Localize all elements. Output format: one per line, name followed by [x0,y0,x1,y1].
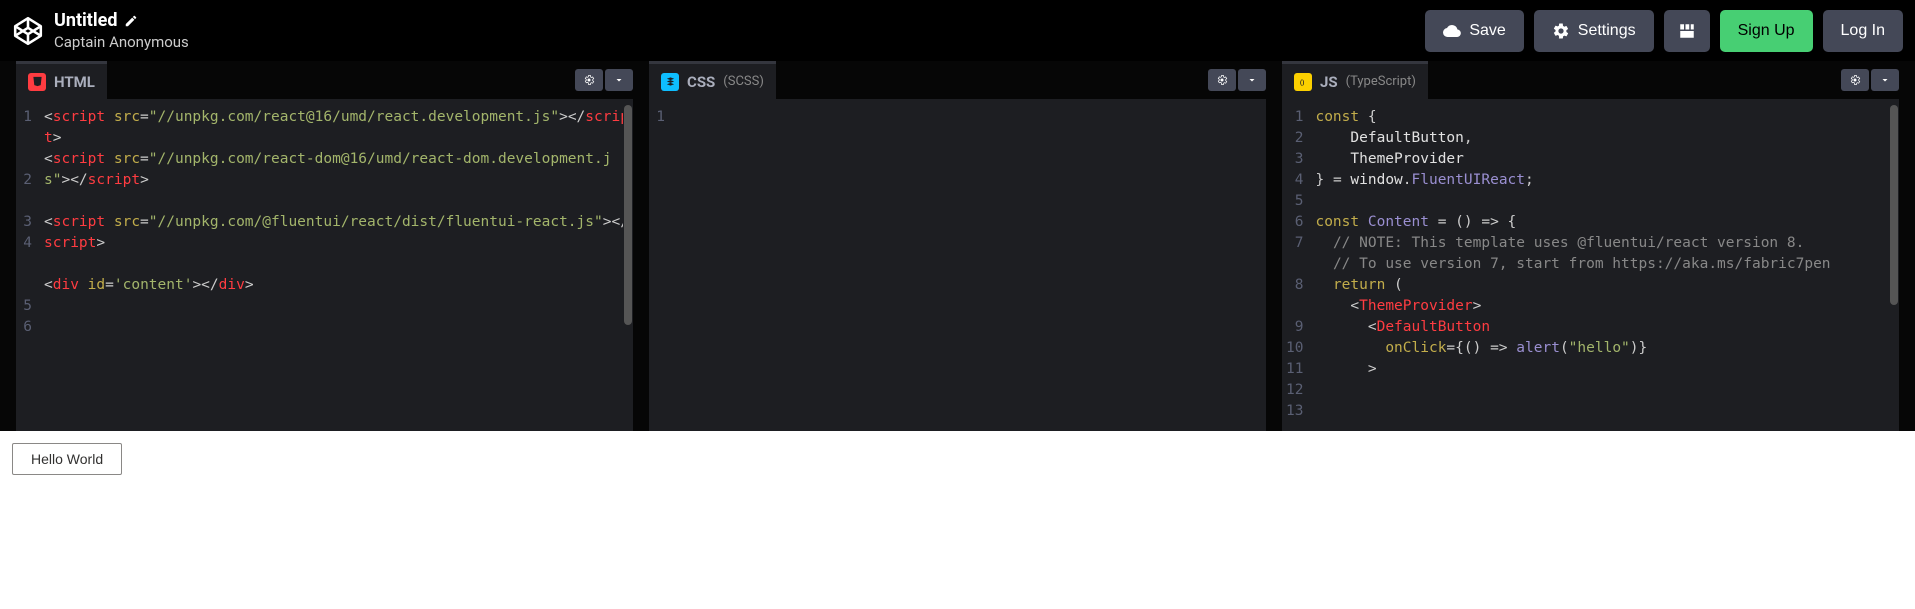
line-number: 11 [1286,359,1303,380]
html-panel-tab[interactable]: HTML [16,61,107,99]
layout-button[interactable] [1664,10,1710,52]
gear-icon [1552,22,1570,40]
html-editor[interactable]: 1 2 3 4 5 6 <script src="//unpkg.com/rea… [16,99,633,431]
js-editor[interactable]: 1 2 3 4 5 6 7 8 9 10 11 12 13 const { De… [1282,99,1899,431]
login-label: Log In [1841,22,1885,40]
chevron-down-icon [1246,74,1258,86]
js-panel: () JS (TypeScript) 1 2 3 4 5 6 7 8 [1282,61,1899,431]
line-number: 6 [1286,212,1303,233]
line-number: 3 [1286,149,1303,170]
layout-icon [1678,22,1696,40]
signup-button[interactable]: Sign Up [1720,10,1813,52]
css-dropdown-button[interactable] [1238,69,1266,91]
save-button[interactable]: Save [1425,10,1523,52]
js-panel-tab[interactable]: () JS (TypeScript) [1282,61,1428,99]
css-code[interactable] [673,99,1266,431]
line-number: 9 [1286,317,1303,338]
header: Untitled Captain Anonymous Save Settings… [0,0,1915,61]
settings-button[interactable]: Settings [1534,10,1654,52]
line-number: 4 [1286,170,1303,191]
cloud-icon [1443,22,1461,40]
codepen-logo-icon[interactable] [12,15,44,47]
line-number: 5 [20,296,32,317]
js-settings-button[interactable] [1841,69,1869,91]
html-code[interactable]: <script src="//unpkg.com/react@16/umd/re… [40,99,633,431]
css-gutter: 1 [649,99,673,431]
css-panel-tab[interactable]: CSS (SCSS) [649,61,776,99]
css-panel-sub: (SCSS) [723,74,764,89]
js-panel-name: JS [1320,73,1338,91]
header-left: Untitled Captain Anonymous [12,10,189,51]
line-number: 10 [1286,338,1303,359]
html-settings-button[interactable] [575,69,603,91]
output-frame: Hello World [0,431,1915,609]
save-label: Save [1469,22,1505,40]
line-number: 6 [20,317,32,338]
line-number: 13 [1286,401,1303,422]
css-badge-icon [661,73,679,91]
line-number: 3 [20,212,32,233]
line-number: 1 [20,107,32,128]
edit-title-icon[interactable] [124,14,138,28]
css-panel-header: CSS (SCSS) [649,61,1266,99]
js-panel-sub: (TypeScript) [1346,74,1416,89]
line-number: 5 [1286,191,1303,212]
line-number: 4 [20,233,32,254]
html-panel-header: HTML [16,61,633,99]
html-gutter: 1 2 3 4 5 6 [16,99,40,431]
line-number: 8 [1286,275,1303,296]
js-dropdown-button[interactable] [1871,69,1899,91]
js-badge-icon: () [1294,73,1312,91]
line-number: 2 [1286,128,1303,149]
settings-label: Settings [1578,22,1636,40]
pen-title[interactable]: Untitled [54,10,118,31]
css-panel: CSS (SCSS) 1 [649,61,1266,431]
css-settings-button[interactable] [1208,69,1236,91]
chevron-down-icon [1879,74,1891,86]
line-number: 2 [20,170,32,191]
title-block: Untitled Captain Anonymous [54,10,189,51]
html-panel-name: HTML [54,73,95,91]
line-number: 12 [1286,380,1303,401]
chevron-down-icon [613,74,625,86]
js-panel-header: () JS (TypeScript) [1282,61,1899,99]
gear-icon [1216,74,1228,86]
gear-icon [583,74,595,86]
hello-world-button[interactable]: Hello World [12,443,122,475]
js-scrollbar[interactable] [1889,99,1899,431]
css-editor[interactable]: 1 [649,99,1266,431]
html-badge-icon [28,73,46,91]
line-number: 1 [653,107,665,128]
pen-author[interactable]: Captain Anonymous [54,33,189,51]
login-button[interactable]: Log In [1823,10,1903,52]
gear-icon [1849,74,1861,86]
html-panel: HTML 1 2 3 4 5 6 <script src="//unpkg.co… [16,61,633,431]
js-gutter: 1 2 3 4 5 6 7 8 9 10 11 12 13 [1282,99,1311,431]
svg-text:(): () [1299,78,1304,86]
css-panel-name: CSS [687,73,715,91]
html-scrollbar[interactable] [623,99,633,431]
js-code[interactable]: const { DefaultButton, ThemeProvider } =… [1311,99,1899,431]
header-right: Save Settings Sign Up Log In [1425,10,1903,52]
signup-label: Sign Up [1738,22,1795,40]
line-number: 7 [1286,233,1303,254]
line-number: 1 [1286,107,1303,128]
html-dropdown-button[interactable] [605,69,633,91]
editors-row: HTML 1 2 3 4 5 6 <script src="//unpkg.co… [0,61,1915,431]
